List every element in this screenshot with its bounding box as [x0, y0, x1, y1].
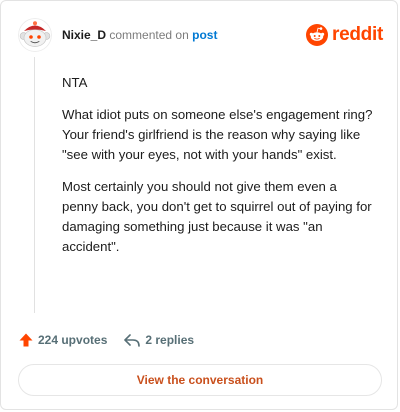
post-link[interactable]: post: [192, 28, 217, 42]
view-conversation-label: View the conversation: [136, 373, 264, 387]
reddit-wordmark: reddit: [332, 24, 383, 45]
replies-button[interactable]: 2 replies: [123, 332, 194, 348]
commented-on-text: commented on: [109, 28, 189, 42]
author-name[interactable]: Nixie_D: [62, 28, 106, 42]
upvote-button[interactable]: 224 upvotes: [18, 332, 107, 348]
comment-card: Nixie_D commented on post reddit NTA Wha…: [0, 0, 398, 410]
comment-paragraph: NTA: [62, 75, 88, 90]
author-line: Nixie_D commented on post: [62, 28, 217, 42]
thread-line: [34, 57, 35, 313]
reply-arrow-icon: [124, 334, 141, 347]
reddit-brand[interactable]: reddit: [306, 24, 383, 46]
comment-paragraph: What idiot puts on someone else's engage…: [62, 107, 373, 162]
comment-body: NTA What idiot puts on someone else's en…: [62, 73, 374, 269]
comment-actions: 224 upvotes 2 replies: [18, 331, 194, 349]
snoo-avatar[interactable]: [18, 18, 52, 52]
view-conversation-button[interactable]: View the conversation: [18, 364, 382, 396]
reddit-logo-icon: [306, 24, 329, 46]
upvote-count: 224 upvotes: [38, 333, 108, 347]
comment-header: Nixie_D commented on post reddit: [18, 18, 383, 52]
comment-paragraph: Most certainly you should not give them …: [62, 179, 372, 254]
upvote-arrow-icon: [19, 333, 33, 347]
replies-count: 2 replies: [145, 333, 195, 347]
